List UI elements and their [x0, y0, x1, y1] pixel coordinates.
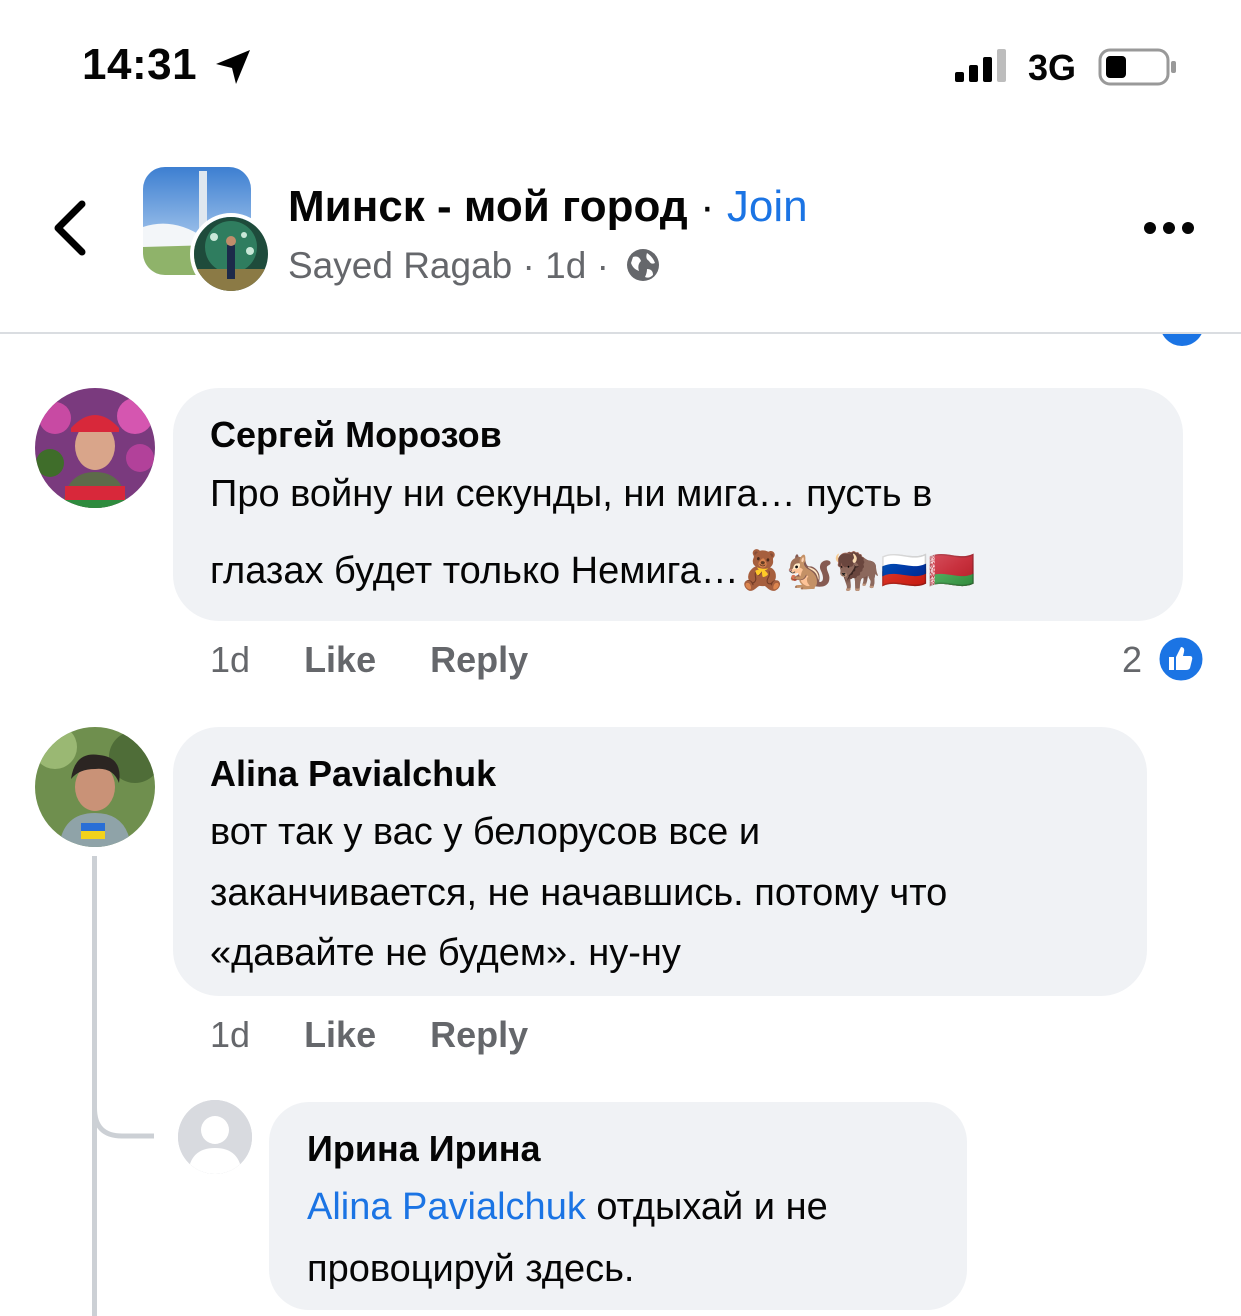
- location-arrow-icon: [216, 50, 250, 84]
- post-author-name[interactable]: Sayed Ragab: [288, 245, 512, 286]
- group-title: Минск - мой город · Join: [288, 182, 808, 232]
- title-separator: ·: [699, 182, 715, 231]
- join-button[interactable]: Join: [727, 182, 808, 231]
- thread-line: [92, 856, 97, 1316]
- status-bar: 14:31 3G: [0, 0, 1241, 130]
- post-header: Минск - мой город · Join Sayed Ragab · 1…: [0, 130, 1241, 334]
- comment-author[interactable]: Ирина Ирина: [307, 1128, 541, 1170]
- mention-link[interactable]: Alina Pavialchuk: [307, 1186, 586, 1228]
- reaction-count[interactable]: 2: [1122, 639, 1142, 681]
- thread-branch: [92, 1090, 154, 1139]
- reply-button[interactable]: Reply: [430, 1014, 528, 1055]
- comment-text-line: вот так у вас у белорусов все и: [210, 811, 761, 853]
- post-time[interactable]: 1d: [545, 245, 586, 286]
- comment-meta: 1d Like Reply: [210, 639, 528, 681]
- like-button[interactable]: Like: [304, 1014, 376, 1055]
- group-name[interactable]: Минск - мой город: [288, 182, 688, 231]
- comment-time[interactable]: 1d: [210, 639, 250, 680]
- comment-text-line: заканчивается, не начавшись. потому что: [210, 872, 948, 914]
- network-type: 3G: [1028, 47, 1077, 88]
- like-reaction-icon: [1156, 634, 1206, 684]
- comment-time[interactable]: 1d: [210, 1014, 250, 1055]
- comment-text-line: «давайте не будем». ну-ну: [210, 932, 681, 974]
- commenter-avatar[interactable]: [35, 388, 155, 508]
- comment-text-line: провоцируй здесь.: [307, 1248, 635, 1290]
- comment-author[interactable]: Сергей Морозов: [210, 414, 502, 456]
- globe-icon: [627, 249, 660, 282]
- comment-author[interactable]: Alina Pavialchuk: [210, 753, 496, 795]
- default-avatar-icon[interactable]: [178, 1100, 252, 1174]
- back-chevron-icon[interactable]: [50, 200, 90, 256]
- clock: 14:31: [82, 40, 198, 89]
- battery-icon: [1098, 48, 1176, 86]
- like-button[interactable]: Like: [304, 639, 376, 680]
- cellular-signal-icon: [955, 49, 1006, 82]
- more-dots-icon[interactable]: [1143, 220, 1195, 236]
- post-subline: Sayed Ragab · 1d ·: [288, 245, 661, 287]
- comment-text-line: глазах будет только Немига…🧸🐿️🦬🇷🇺🇧🇾: [210, 550, 976, 592]
- comment-text-line: Alina Pavialchuk отдыхай и не: [307, 1186, 828, 1228]
- comment-meta: 1d Like Reply: [210, 1014, 528, 1056]
- reply-button[interactable]: Reply: [430, 639, 528, 680]
- commenter-avatar[interactable]: [35, 727, 155, 847]
- post-author-avatar[interactable]: [190, 213, 272, 295]
- comment-text-line: Про войну ни секунды, ни мига… пусть в: [210, 473, 933, 515]
